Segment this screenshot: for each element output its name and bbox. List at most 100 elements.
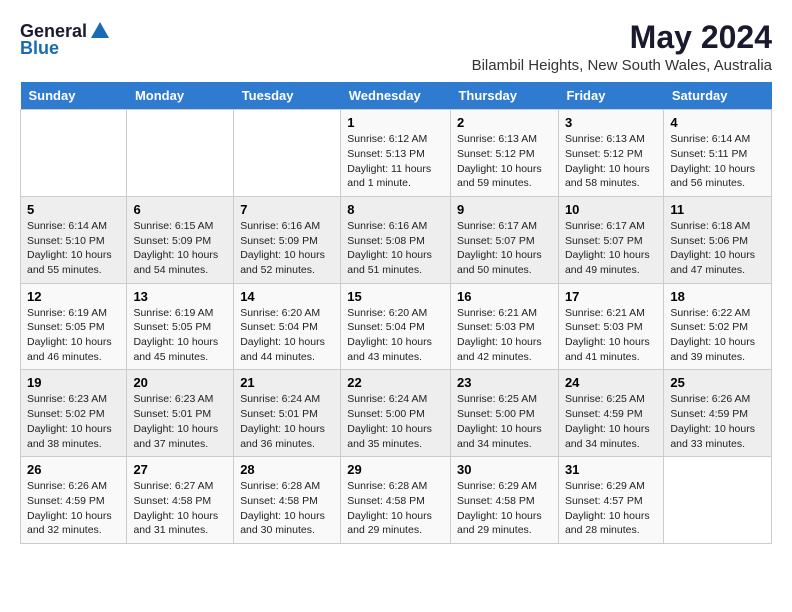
day-info: Sunrise: 6:21 AMSunset: 5:03 PMDaylight:… [457,306,552,365]
logo-blue: Blue [20,38,59,59]
day-number: 7 [240,202,334,217]
day-number: 29 [347,462,444,477]
day-info: Sunrise: 6:16 AMSunset: 5:09 PMDaylight:… [240,219,334,278]
table-row: 26 Sunrise: 6:26 AMSunset: 4:59 PMDaylig… [21,457,127,544]
table-row: 15 Sunrise: 6:20 AMSunset: 5:04 PMDaylig… [341,283,451,370]
header-sunday: Sunday [21,82,127,110]
table-row: 2 Sunrise: 6:13 AMSunset: 5:12 PMDayligh… [450,110,558,197]
table-row: 30 Sunrise: 6:29 AMSunset: 4:58 PMDaylig… [450,457,558,544]
logo: General Blue [20,20,111,59]
table-row: 14 Sunrise: 6:20 AMSunset: 5:04 PMDaylig… [234,283,341,370]
table-row: 31 Sunrise: 6:29 AMSunset: 4:57 PMDaylig… [558,457,663,544]
title-section: May 2024 Bilambil Heights, New South Wal… [472,20,772,74]
day-number: 18 [670,289,765,304]
table-row: 20 Sunrise: 6:23 AMSunset: 5:01 PMDaylig… [127,370,234,457]
day-info: Sunrise: 6:27 AMSunset: 4:58 PMDaylight:… [133,479,227,538]
day-number: 1 [347,115,444,130]
table-row: 8 Sunrise: 6:16 AMSunset: 5:08 PMDayligh… [341,196,451,283]
day-info: Sunrise: 6:23 AMSunset: 5:02 PMDaylight:… [27,392,120,451]
location: Bilambil Heights, New South Wales, Austr… [472,57,772,74]
day-number: 31 [565,462,657,477]
day-info: Sunrise: 6:23 AMSunset: 5:01 PMDaylight:… [133,392,227,451]
table-row [664,457,772,544]
header-tuesday: Tuesday [234,82,341,110]
table-row: 22 Sunrise: 6:24 AMSunset: 5:00 PMDaylig… [341,370,451,457]
day-info: Sunrise: 6:24 AMSunset: 5:01 PMDaylight:… [240,392,334,451]
table-row: 13 Sunrise: 6:19 AMSunset: 5:05 PMDaylig… [127,283,234,370]
day-info: Sunrise: 6:20 AMSunset: 5:04 PMDaylight:… [347,306,444,365]
day-number: 5 [27,202,120,217]
day-info: Sunrise: 6:12 AMSunset: 5:13 PMDaylight:… [347,132,444,191]
table-row: 21 Sunrise: 6:24 AMSunset: 5:01 PMDaylig… [234,370,341,457]
header-monday: Monday [127,82,234,110]
day-info: Sunrise: 6:16 AMSunset: 5:08 PMDaylight:… [347,219,444,278]
day-info: Sunrise: 6:13 AMSunset: 5:12 PMDaylight:… [565,132,657,191]
day-info: Sunrise: 6:21 AMSunset: 5:03 PMDaylight:… [565,306,657,365]
day-number: 8 [347,202,444,217]
day-number: 30 [457,462,552,477]
day-info: Sunrise: 6:20 AMSunset: 5:04 PMDaylight:… [240,306,334,365]
day-number: 21 [240,375,334,390]
day-info: Sunrise: 6:28 AMSunset: 4:58 PMDaylight:… [347,479,444,538]
day-number: 2 [457,115,552,130]
table-row: 24 Sunrise: 6:25 AMSunset: 4:59 PMDaylig… [558,370,663,457]
calendar-week-row: 19 Sunrise: 6:23 AMSunset: 5:02 PMDaylig… [21,370,772,457]
table-row: 28 Sunrise: 6:28 AMSunset: 4:58 PMDaylig… [234,457,341,544]
header-saturday: Saturday [664,82,772,110]
table-row [234,110,341,197]
table-row: 25 Sunrise: 6:26 AMSunset: 4:59 PMDaylig… [664,370,772,457]
table-row [127,110,234,197]
table-row: 1 Sunrise: 6:12 AMSunset: 5:13 PMDayligh… [341,110,451,197]
day-info: Sunrise: 6:26 AMSunset: 4:59 PMDaylight:… [670,392,765,451]
day-info: Sunrise: 6:19 AMSunset: 5:05 PMDaylight:… [133,306,227,365]
header-wednesday: Wednesday [341,82,451,110]
table-row: 27 Sunrise: 6:27 AMSunset: 4:58 PMDaylig… [127,457,234,544]
day-number: 3 [565,115,657,130]
day-info: Sunrise: 6:22 AMSunset: 5:02 PMDaylight:… [670,306,765,365]
table-row: 11 Sunrise: 6:18 AMSunset: 5:06 PMDaylig… [664,196,772,283]
day-number: 14 [240,289,334,304]
table-row: 6 Sunrise: 6:15 AMSunset: 5:09 PMDayligh… [127,196,234,283]
table-row: 7 Sunrise: 6:16 AMSunset: 5:09 PMDayligh… [234,196,341,283]
day-info: Sunrise: 6:29 AMSunset: 4:57 PMDaylight:… [565,479,657,538]
day-number: 6 [133,202,227,217]
day-number: 27 [133,462,227,477]
day-info: Sunrise: 6:25 AMSunset: 4:59 PMDaylight:… [565,392,657,451]
day-number: 28 [240,462,334,477]
calendar-week-row: 26 Sunrise: 6:26 AMSunset: 4:59 PMDaylig… [21,457,772,544]
day-info: Sunrise: 6:17 AMSunset: 5:07 PMDaylight:… [565,219,657,278]
day-info: Sunrise: 6:19 AMSunset: 5:05 PMDaylight:… [27,306,120,365]
day-number: 4 [670,115,765,130]
day-info: Sunrise: 6:29 AMSunset: 4:58 PMDaylight:… [457,479,552,538]
day-number: 23 [457,375,552,390]
day-number: 10 [565,202,657,217]
table-row: 4 Sunrise: 6:14 AMSunset: 5:11 PMDayligh… [664,110,772,197]
day-number: 19 [27,375,120,390]
day-number: 9 [457,202,552,217]
table-row: 18 Sunrise: 6:22 AMSunset: 5:02 PMDaylig… [664,283,772,370]
day-number: 13 [133,289,227,304]
table-row: 12 Sunrise: 6:19 AMSunset: 5:05 PMDaylig… [21,283,127,370]
calendar-header-row: Sunday Monday Tuesday Wednesday Thursday… [21,82,772,110]
day-info: Sunrise: 6:24 AMSunset: 5:00 PMDaylight:… [347,392,444,451]
day-info: Sunrise: 6:18 AMSunset: 5:06 PMDaylight:… [670,219,765,278]
day-number: 20 [133,375,227,390]
table-row: 17 Sunrise: 6:21 AMSunset: 5:03 PMDaylig… [558,283,663,370]
table-row: 19 Sunrise: 6:23 AMSunset: 5:02 PMDaylig… [21,370,127,457]
day-number: 16 [457,289,552,304]
page-header: General Blue May 2024 Bilambil Heights, … [20,20,772,74]
day-number: 22 [347,375,444,390]
calendar-week-row: 12 Sunrise: 6:19 AMSunset: 5:05 PMDaylig… [21,283,772,370]
day-number: 12 [27,289,120,304]
day-number: 17 [565,289,657,304]
day-info: Sunrise: 6:15 AMSunset: 5:09 PMDaylight:… [133,219,227,278]
day-number: 11 [670,202,765,217]
table-row: 3 Sunrise: 6:13 AMSunset: 5:12 PMDayligh… [558,110,663,197]
table-row: 23 Sunrise: 6:25 AMSunset: 5:00 PMDaylig… [450,370,558,457]
day-info: Sunrise: 6:14 AMSunset: 5:11 PMDaylight:… [670,132,765,191]
calendar-week-row: 1 Sunrise: 6:12 AMSunset: 5:13 PMDayligh… [21,110,772,197]
header-thursday: Thursday [450,82,558,110]
day-info: Sunrise: 6:25 AMSunset: 5:00 PMDaylight:… [457,392,552,451]
table-row: 10 Sunrise: 6:17 AMSunset: 5:07 PMDaylig… [558,196,663,283]
table-row: 16 Sunrise: 6:21 AMSunset: 5:03 PMDaylig… [450,283,558,370]
